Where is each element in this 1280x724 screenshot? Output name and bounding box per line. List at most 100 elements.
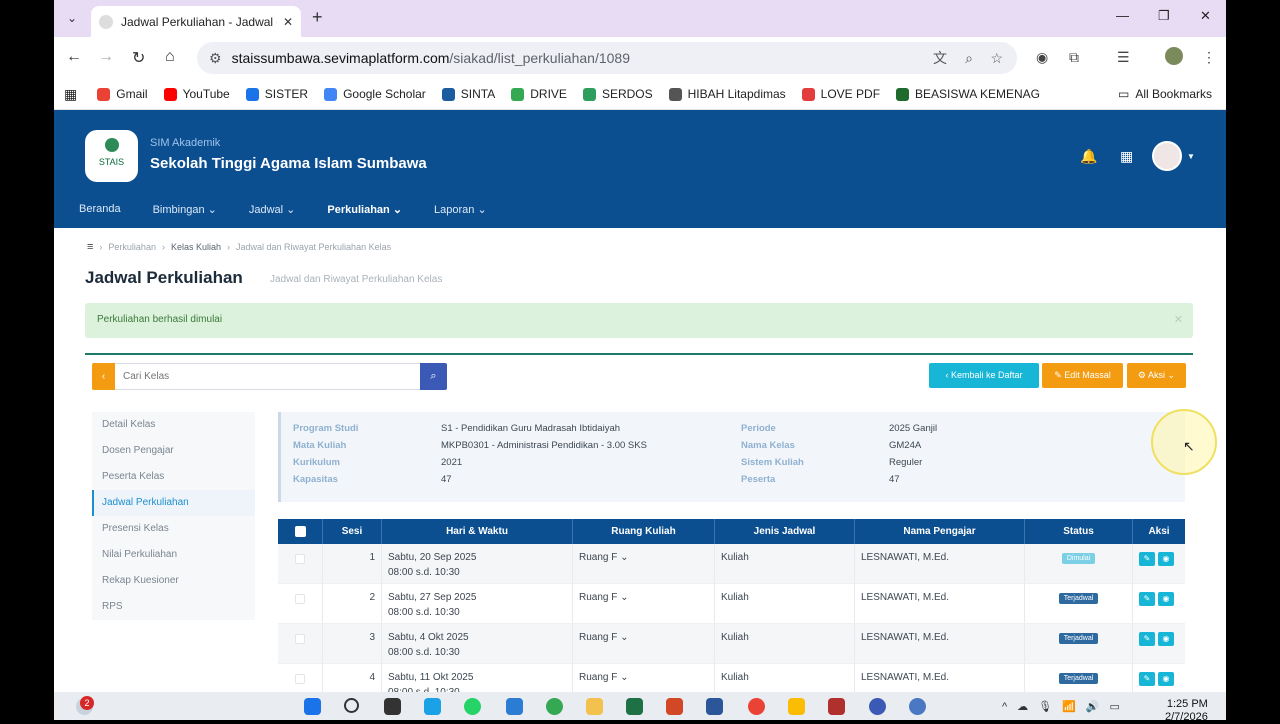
edit-pencil-icon[interactable]: ✎ xyxy=(1139,632,1155,646)
bing-icon[interactable] xyxy=(506,698,523,715)
notification-bell-icon[interactable]: 🔔 xyxy=(1080,148,1097,165)
bookmark-item[interactable]: SINTA xyxy=(441,87,495,101)
task-view-icon[interactable] xyxy=(384,698,401,715)
zoom-icon[interactable]: ⌕ xyxy=(965,50,973,67)
bookmark-item[interactable]: SISTER xyxy=(245,87,308,101)
extensions-icon[interactable]: ⧉ xyxy=(1069,49,1079,66)
search-input[interactable] xyxy=(115,363,420,390)
view-eye-icon[interactable]: ◉ xyxy=(1158,672,1174,686)
bookmark-item[interactable]: Gmail xyxy=(97,87,148,101)
search-icon[interactable] xyxy=(344,698,359,713)
row-checkbox[interactable] xyxy=(278,584,323,623)
bookmark-item[interactable]: BEASISWA KEMENAG xyxy=(896,87,1040,101)
apps-grid-icon[interactable]: ▦ xyxy=(1120,148,1133,165)
nav-item-perkuliahan[interactable]: Perkuliahan ⌄ xyxy=(327,203,402,216)
room-dropdown[interactable]: Ruang F ⌄ xyxy=(573,584,715,623)
search-icon[interactable]: ⌕ xyxy=(420,363,447,390)
translate-icon[interactable]: 文 xyxy=(933,48,947,68)
breadcrumb-kelas-kuliah[interactable]: Kelas Kuliah xyxy=(171,242,221,252)
app-icon[interactable] xyxy=(869,698,886,715)
alert-close-icon[interactable]: ✕ xyxy=(1174,313,1183,326)
whatsapp-icon[interactable] xyxy=(464,698,481,715)
clock[interactable]: 1:25 PM 2/7/2026 xyxy=(1165,698,1208,724)
view-eye-icon[interactable]: ◉ xyxy=(1158,552,1174,566)
chrome-active-icon[interactable] xyxy=(748,698,765,715)
restore-icon[interactable]: ❐ xyxy=(1158,8,1170,24)
user-avatar[interactable] xyxy=(1152,141,1182,171)
aksi-dropdown-button[interactable]: ⚙ Aksi ⌄ xyxy=(1127,363,1186,388)
apps-icon[interactable]: ▦ xyxy=(64,86,77,103)
edit-pencil-icon[interactable]: ✎ xyxy=(1139,672,1155,686)
camera-icon[interactable]: ◉ xyxy=(1036,49,1048,66)
nav-item-laporan[interactable]: Laporan ⌄ xyxy=(434,203,487,216)
status-badge: Terjadwal xyxy=(1058,673,1099,684)
file-explorer-icon[interactable] xyxy=(586,698,603,715)
minimize-icon[interactable]: — xyxy=(1116,8,1129,23)
side-menu-item[interactable]: RPS xyxy=(92,594,255,620)
nav-item-bimbingan[interactable]: Bimbingan ⌄ xyxy=(153,203,217,216)
profile-avatar[interactable] xyxy=(1165,47,1183,65)
new-tab-icon[interactable]: + xyxy=(312,7,323,28)
side-menu-item[interactable]: Rekap Kuesioner xyxy=(92,568,255,594)
bookmark-item[interactable]: YouTube xyxy=(163,87,230,101)
bookmark-item[interactable]: SERDOS xyxy=(582,87,653,101)
all-bookmarks[interactable]: ▭ All Bookmarks xyxy=(1118,87,1212,101)
row-checkbox[interactable] xyxy=(278,624,323,663)
forward-icon[interactable]: → xyxy=(98,48,114,66)
nav-item-jadwal[interactable]: Jadwal ⌄ xyxy=(249,203,296,216)
search-back-button[interactable]: ‹ xyxy=(92,363,115,390)
bookmark-item[interactable]: DRIVE xyxy=(511,87,567,101)
room-dropdown[interactable]: Ruang F ⌄ xyxy=(573,624,715,663)
nav-item-beranda[interactable]: Beranda xyxy=(79,203,121,216)
site-info-icon[interactable]: ⚙ xyxy=(209,50,222,67)
edit-massal-button[interactable]: ✎ Edit Massal xyxy=(1042,363,1123,388)
powerpoint-icon[interactable] xyxy=(666,698,683,715)
side-menu-item[interactable]: Presensi Kelas xyxy=(92,516,255,542)
side-menu-item[interactable]: Nilai Perkuliahan xyxy=(92,542,255,568)
excel-icon[interactable] xyxy=(626,698,643,715)
drive-icon[interactable] xyxy=(788,698,805,715)
edge-icon[interactable] xyxy=(424,698,441,715)
room-dropdown[interactable]: Ruang F ⌄ xyxy=(573,544,715,583)
app-icon-2[interactable] xyxy=(909,698,926,715)
breadcrumb-perkuliahan[interactable]: Perkuliahan xyxy=(108,242,156,252)
home-icon[interactable]: ⌂ xyxy=(165,48,175,66)
tab-search-icon[interactable]: ⌄ xyxy=(62,8,82,28)
bookmark-item[interactable]: HIBAH Litapdimas xyxy=(668,87,786,101)
stais-logo[interactable]: STAIS xyxy=(85,130,138,182)
browser-menu-icon[interactable]: ⋮ xyxy=(1202,49,1216,66)
window-close-icon[interactable]: ✕ xyxy=(1200,8,1211,24)
cell-pengajar: LESNAWATI, M.Ed. xyxy=(855,584,1025,623)
view-eye-icon[interactable]: ◉ xyxy=(1158,592,1174,606)
side-menu-item[interactable]: Detail Kelas xyxy=(92,412,255,438)
room-dropdown[interactable]: Ruang F ⌄ xyxy=(573,664,715,692)
bookmark-item[interactable]: Google Scholar xyxy=(324,87,426,101)
edit-pencil-icon[interactable]: ✎ xyxy=(1139,552,1155,566)
back-to-list-button[interactable]: ‹ Kembali ke Daftar xyxy=(929,363,1039,388)
view-eye-icon[interactable]: ◉ xyxy=(1158,632,1174,646)
reload-icon[interactable]: ↻ xyxy=(132,48,145,68)
side-menu-item[interactable]: Dosen Pengajar xyxy=(92,438,255,464)
word-icon[interactable] xyxy=(706,698,723,715)
chevron-down-icon: ⌄ xyxy=(620,672,629,683)
browser-tab[interactable]: Jadwal Perkuliahan - Jadwal da ✕ xyxy=(91,6,301,37)
system-tray[interactable]: ^☁🎙📶🔊▭ xyxy=(1002,700,1130,713)
side-menu-item[interactable]: Peserta Kelas xyxy=(92,464,255,490)
edit-pencil-icon[interactable]: ✎ xyxy=(1139,592,1155,606)
chrome-icon[interactable] xyxy=(546,698,563,715)
bookmark-item[interactable]: LOVE PDF xyxy=(801,87,880,101)
close-tab-icon[interactable]: ✕ xyxy=(283,15,293,29)
row-checkbox[interactable] xyxy=(278,664,323,692)
bookmark-star-icon[interactable]: ☆ xyxy=(990,50,1003,67)
row-checkbox[interactable] xyxy=(278,544,323,583)
back-icon[interactable]: ← xyxy=(66,48,82,66)
start-icon[interactable] xyxy=(304,698,321,715)
sidebar-toggle-icon[interactable]: ≡ xyxy=(87,241,93,253)
office-app-icon[interactable] xyxy=(828,698,845,715)
reading-list-icon[interactable]: ☰ xyxy=(1117,49,1130,66)
side-menu-item[interactable]: Jadwal Perkuliahan xyxy=(92,490,255,516)
select-all-checkbox[interactable] xyxy=(278,519,323,544)
table-row: 1 Sabtu, 20 Sep 2025 08:00 s.d. 10:30 Ruang… xyxy=(278,544,1185,584)
address-bar[interactable]: ⚙ staissumbawa.sevimaplatform.com/siakad… xyxy=(197,42,1017,74)
chevron-down-icon[interactable]: ▼ xyxy=(1187,152,1195,161)
